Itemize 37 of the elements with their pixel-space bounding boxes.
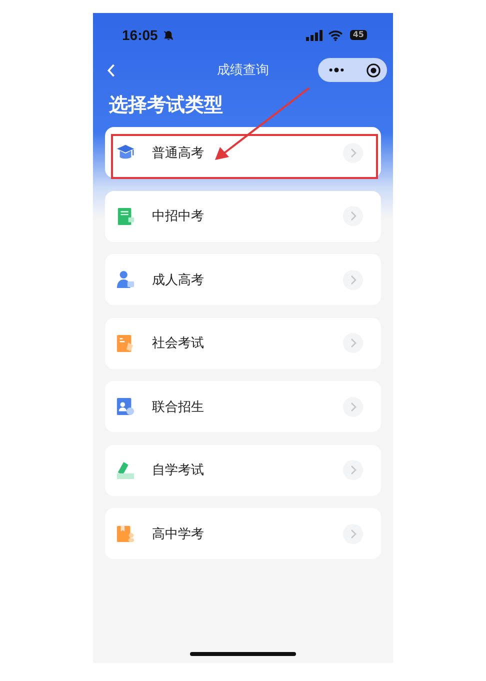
exam-type-item[interactable]: 自学考试: [105, 444, 381, 496]
exam-type-label: 自学考试: [152, 462, 205, 479]
exam-type-label: 高中学考: [152, 526, 205, 542]
close-target-icon[interactable]: [366, 62, 381, 78]
signal-icon: [306, 30, 323, 40]
contact-card-icon: [116, 397, 135, 416]
exam-type-label: 成人高考: [152, 272, 205, 288]
exam-type-item[interactable]: 社会考试: [105, 318, 381, 368]
exam-type-label: 中招中考: [152, 208, 205, 225]
muted-bell-icon: [162, 30, 174, 40]
wifi-icon: [328, 30, 343, 40]
person-icon: [116, 270, 135, 289]
chevron-icon: [343, 396, 363, 416]
exam-type-label: 普通高考: [152, 144, 205, 162]
chevron-icon: [343, 270, 363, 290]
chevron-icon: [343, 460, 363, 480]
notebook-icon: [116, 334, 135, 352]
pen-icon: [116, 460, 135, 480]
exam-type-item[interactable]: 中招中考: [105, 190, 381, 242]
chevron-icon: [343, 142, 363, 162]
exam-type-label: 联合招生: [152, 398, 205, 416]
book-icon: [116, 206, 135, 226]
status-time: 16:05: [122, 27, 158, 43]
exam-type-item[interactable]: 高中学考: [105, 508, 381, 559]
section-heading: 选择考试类型: [108, 93, 224, 118]
chevron-icon: [343, 206, 363, 226]
exam-type-item[interactable]: 普通高考: [105, 127, 381, 178]
back-icon[interactable]: [107, 64, 115, 76]
bag-icon: [116, 524, 135, 543]
chevron-icon: [343, 524, 363, 544]
more-icon[interactable]: [328, 67, 345, 73]
exam-type-label: 社会考试: [152, 335, 205, 352]
battery-level: 45: [350, 30, 367, 40]
page-title: 成绩查询: [217, 62, 269, 79]
exam-type-item[interactable]: 联合招生: [105, 381, 381, 432]
chevron-icon: [343, 333, 363, 353]
exam-type-item[interactable]: 成人高考: [105, 254, 381, 305]
